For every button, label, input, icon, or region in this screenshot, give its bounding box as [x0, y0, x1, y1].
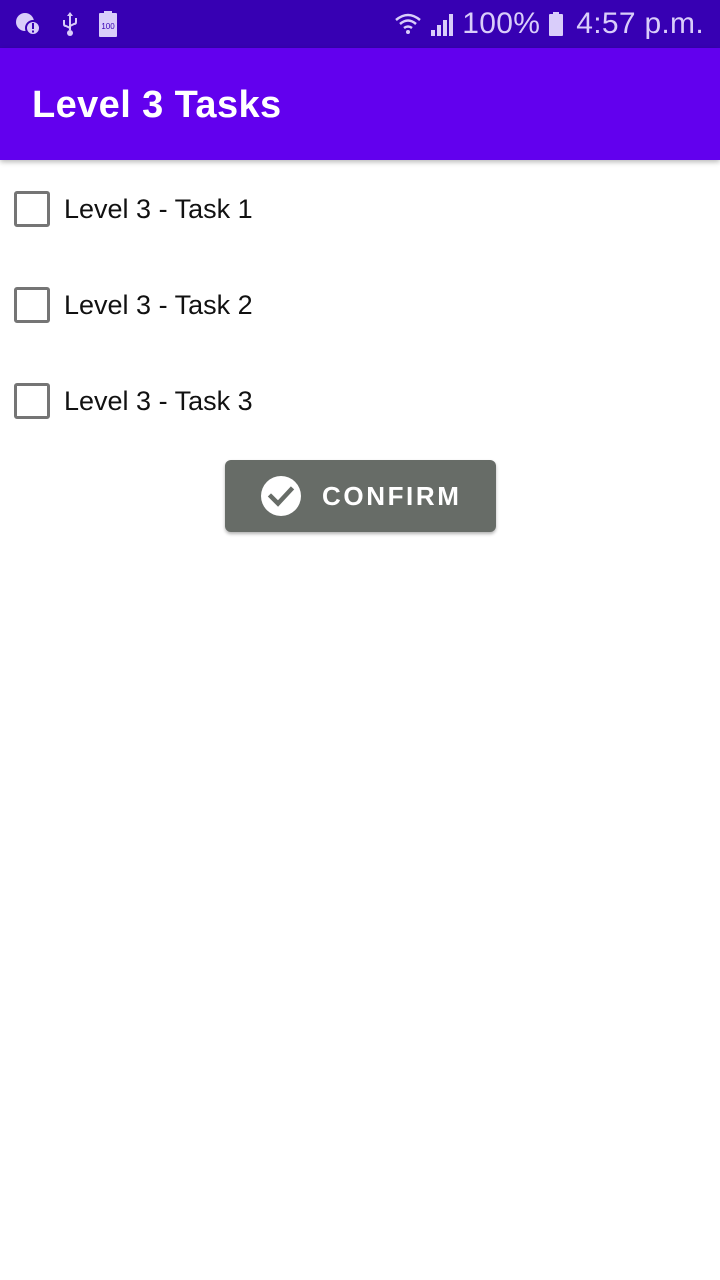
app-bar: Level 3 Tasks — [0, 48, 720, 160]
status-right-icons: 100% 4:57 p.m. — [386, 0, 704, 48]
confirm-button[interactable]: CONFIRM — [225, 460, 496, 532]
wifi-icon — [394, 10, 422, 38]
battery-icon — [548, 10, 564, 38]
task-checkbox-3[interactable]: Level 3 - Task 3 — [14, 377, 614, 425]
clock: 4:57 p.m. — [576, 7, 704, 40]
task-label: Level 3 - Task 2 — [64, 289, 253, 320]
task-label: Level 3 - Task 3 — [64, 385, 253, 416]
page-title: Level 3 Tasks — [32, 84, 282, 126]
data-saver-alert-icon — [14, 10, 42, 38]
status-left-icons: 100 — [14, 10, 136, 38]
svg-text:100: 100 — [101, 22, 115, 31]
battery-percent: 100% — [462, 7, 541, 40]
check-circle-icon — [261, 476, 301, 516]
status-bar: 100 100% 4:57 p.m. — [0, 0, 720, 48]
cell-signal-icon — [430, 10, 456, 38]
checkbox[interactable] — [14, 191, 50, 227]
usb-icon — [60, 10, 80, 38]
battery-saver-icon: 100 — [98, 10, 118, 38]
checkbox[interactable] — [14, 287, 50, 323]
task-label: Level 3 - Task 1 — [64, 193, 253, 224]
task-checkbox-2[interactable]: Level 3 - Task 2 — [14, 281, 614, 329]
task-checkbox-1[interactable]: Level 3 - Task 1 — [14, 185, 614, 233]
confirm-label: CONFIRM — [322, 481, 462, 511]
checkbox[interactable] — [14, 383, 50, 419]
